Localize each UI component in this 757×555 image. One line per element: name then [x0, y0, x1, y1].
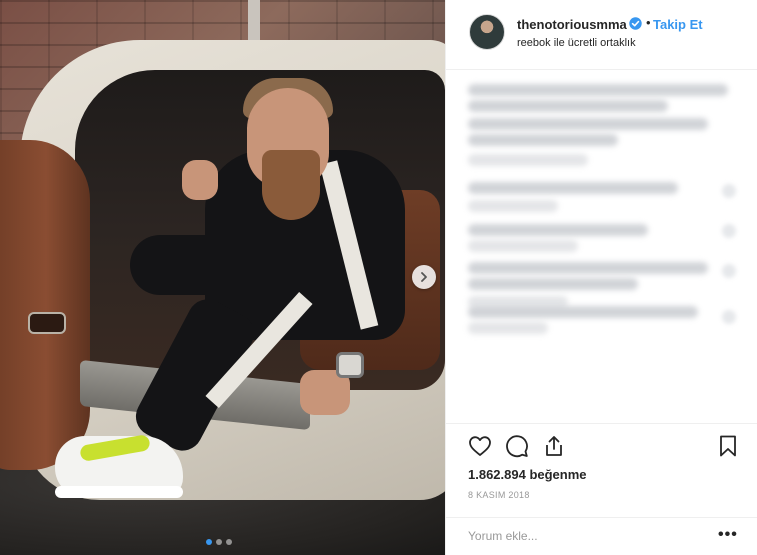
blurred-comment-line: [468, 306, 698, 318]
add-comment-row: •••: [446, 517, 757, 554]
like-button[interactable]: [468, 434, 492, 458]
comment-input[interactable]: [468, 526, 708, 546]
more-options-button[interactable]: •••: [718, 526, 738, 544]
blurred-like-icon: [722, 184, 736, 198]
username-link[interactable]: thenotoriousmma: [517, 17, 627, 32]
post-date[interactable]: 8 KASIM 2018: [468, 490, 530, 500]
bookmark-icon: [720, 435, 736, 457]
blurred-comment-line: [468, 118, 708, 130]
likes-count[interactable]: 1.862.894 beğenme: [468, 467, 587, 482]
carousel-indicator: [206, 539, 232, 545]
blurred-comment-line: [468, 262, 708, 274]
post-photo[interactable]: [0, 0, 445, 555]
blurred-comment-line: [468, 224, 648, 236]
comments-list-blurred: [464, 78, 744, 418]
comment-button[interactable]: [505, 434, 529, 458]
comment-icon: [506, 435, 528, 458]
carousel-next-button[interactable]: [412, 265, 436, 289]
avatar[interactable]: [469, 14, 505, 50]
follow-button[interactable]: Takip Et: [653, 17, 703, 32]
wristwatch: [336, 352, 364, 378]
car-door: [0, 140, 90, 470]
carousel-dot: [226, 539, 232, 545]
blurred-comment-line: [468, 278, 638, 290]
carousel-dot-active: [206, 539, 212, 545]
post-side-panel: thenotoriousmma • Takip Et reebok ile üc…: [445, 0, 757, 555]
chevron-right-icon: [421, 272, 427, 282]
blurred-comment-line: [468, 84, 728, 96]
sneaker-sole: [55, 486, 183, 498]
save-button[interactable]: [716, 434, 740, 458]
separator-dot: •: [646, 15, 651, 30]
person-hand: [182, 160, 218, 200]
person-beard: [262, 150, 320, 220]
paid-partnership-label[interactable]: reebok ile ücretli ortaklık: [517, 37, 636, 49]
share-icon: [546, 436, 562, 456]
blurred-like-icon: [722, 310, 736, 324]
post-actions: 1.862.894 beğenme 8 KASIM 2018 •••: [446, 423, 757, 553]
post-header: thenotoriousmma • Takip Et reebok ile üc…: [446, 0, 757, 70]
blurred-comment-line: [468, 322, 548, 334]
blurred-comment-line: [468, 182, 678, 194]
blurred-comment-line: [468, 134, 618, 146]
heart-icon: [469, 436, 491, 456]
blurred-comment-line: [468, 100, 668, 112]
share-button[interactable]: [542, 434, 566, 458]
door-handle: [28, 312, 66, 334]
blurred-like-icon: [722, 224, 736, 238]
verified-badge-icon: [629, 17, 642, 30]
blurred-comment-line: [468, 200, 558, 212]
blurred-like-icon: [722, 264, 736, 278]
carousel-dot: [216, 539, 222, 545]
blurred-comment-line: [468, 154, 588, 166]
blurred-comment-line: [468, 240, 578, 252]
